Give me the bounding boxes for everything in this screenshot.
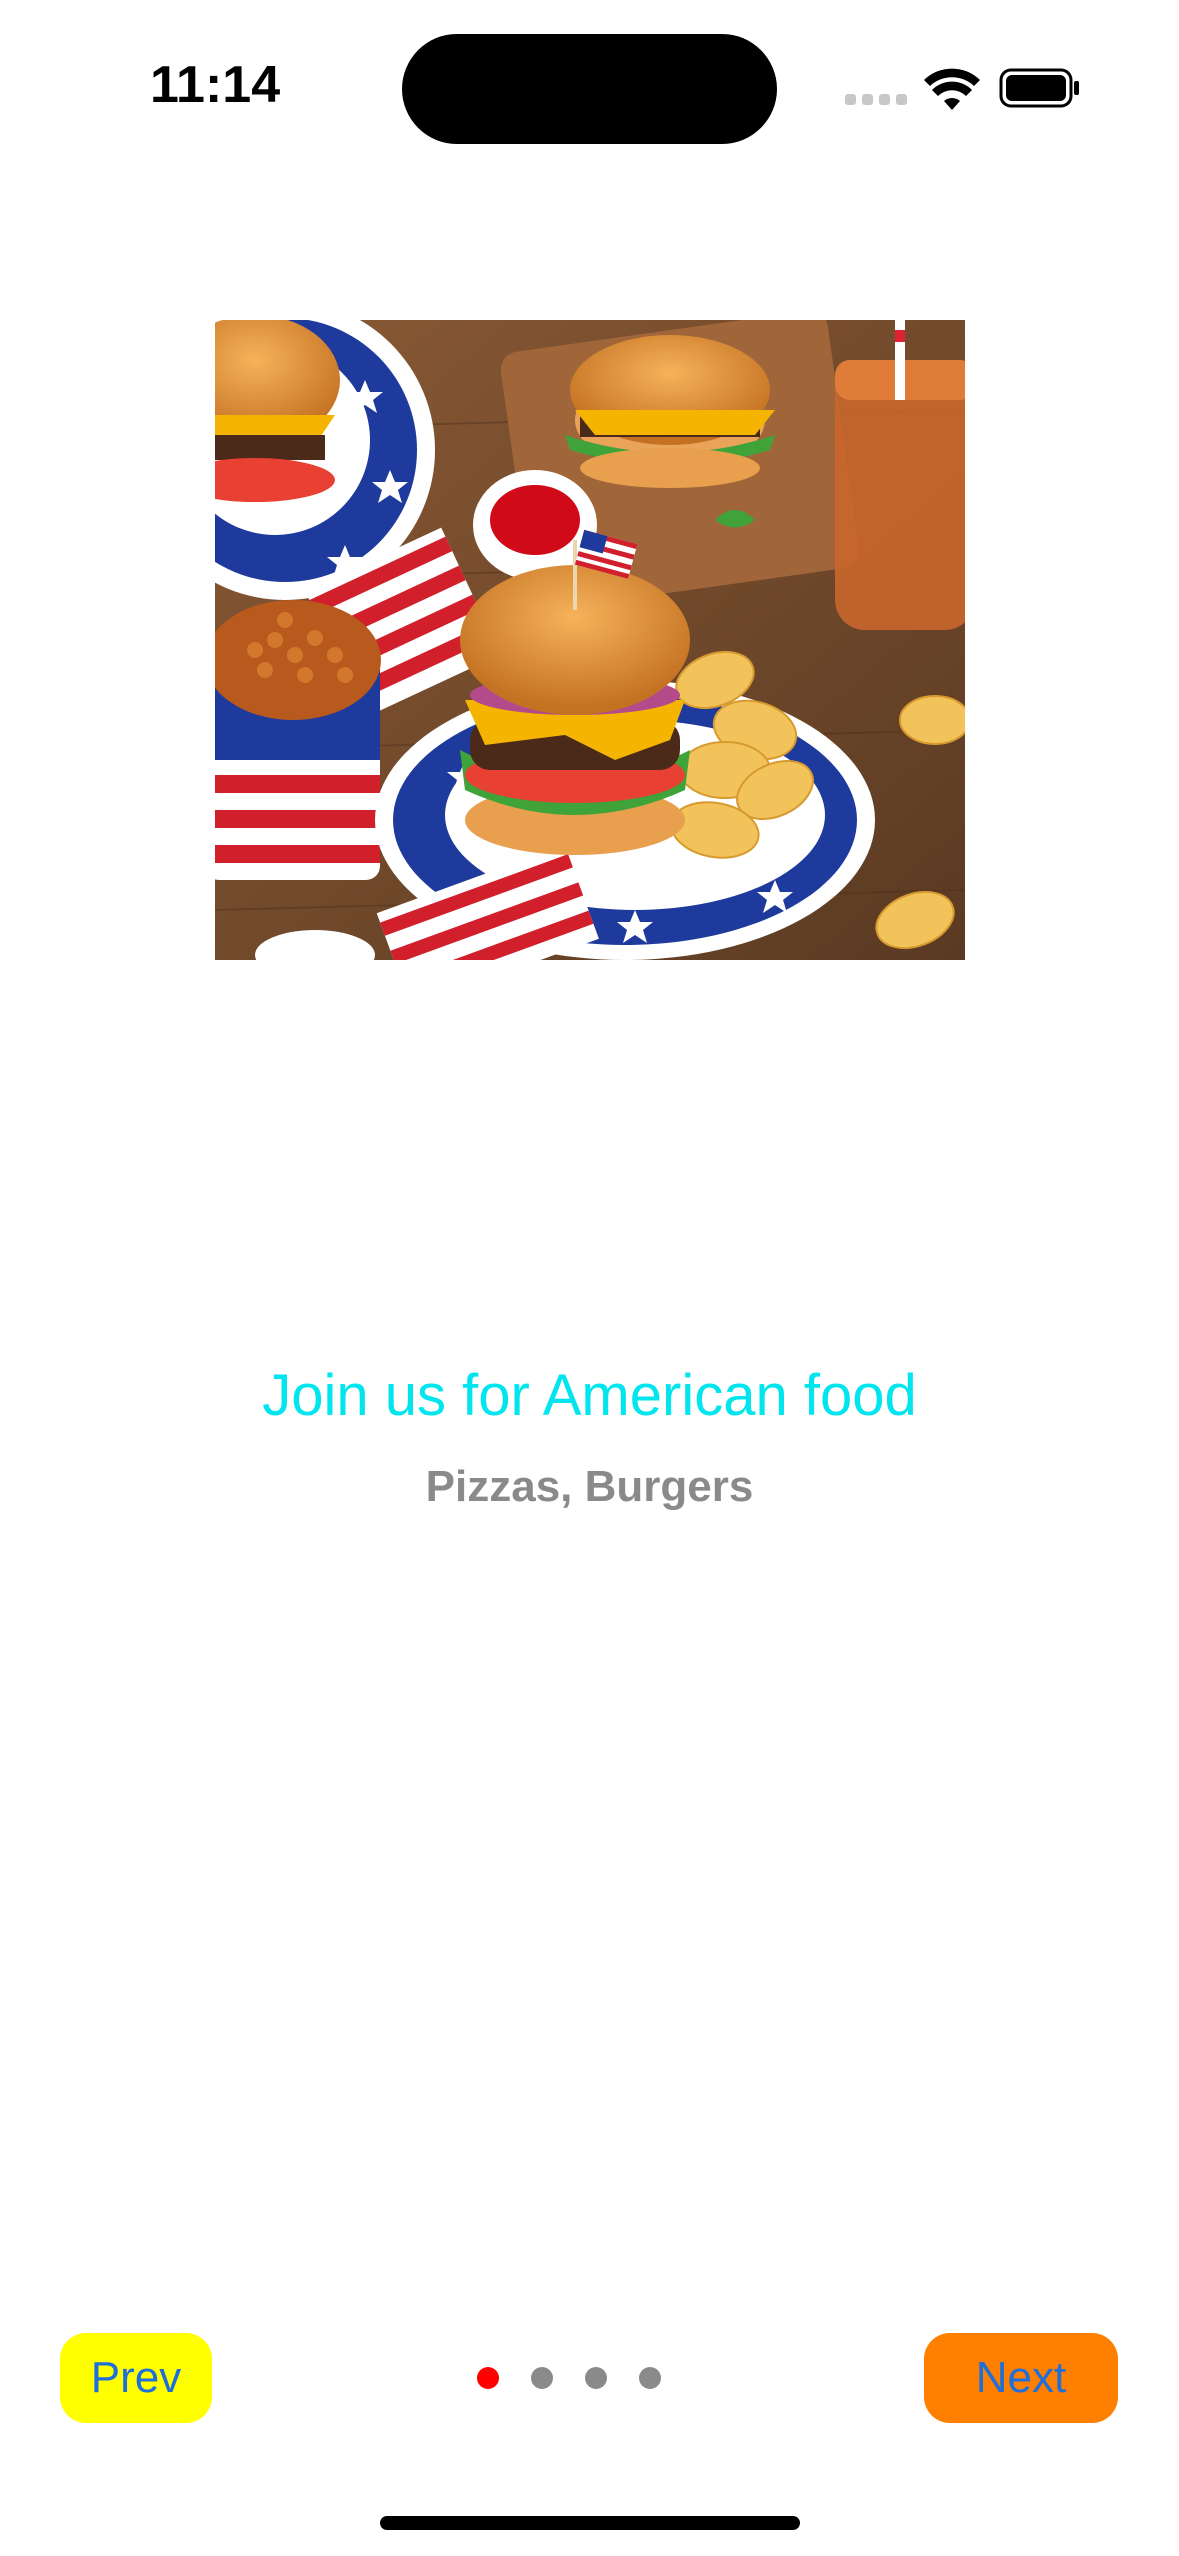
next-button[interactable]: Next bbox=[924, 2333, 1118, 2423]
cellular-signal-icon bbox=[845, 94, 907, 105]
onboarding-subtitle: Pizzas, Burgers bbox=[425, 1462, 754, 1511]
food-image bbox=[215, 320, 965, 960]
battery-icon bbox=[999, 68, 1079, 108]
prev-button[interactable]: Prev bbox=[60, 2333, 212, 2423]
onboarding-screen: 11:14 Join us for American food Pizzas, … bbox=[0, 0, 1179, 2556]
page-dot-1[interactable] bbox=[477, 2367, 499, 2389]
page-dot-3[interactable] bbox=[585, 2367, 607, 2389]
status-time: 11:14 bbox=[150, 56, 281, 114]
home-indicator[interactable] bbox=[380, 2516, 800, 2530]
page-indicator[interactable] bbox=[477, 2367, 661, 2389]
page-dot-4[interactable] bbox=[639, 2367, 661, 2389]
wifi-icon bbox=[924, 68, 980, 110]
dynamic-island bbox=[402, 34, 777, 144]
onboarding-title: Join us for American food bbox=[262, 1363, 917, 1428]
page-dot-2[interactable] bbox=[531, 2367, 553, 2389]
